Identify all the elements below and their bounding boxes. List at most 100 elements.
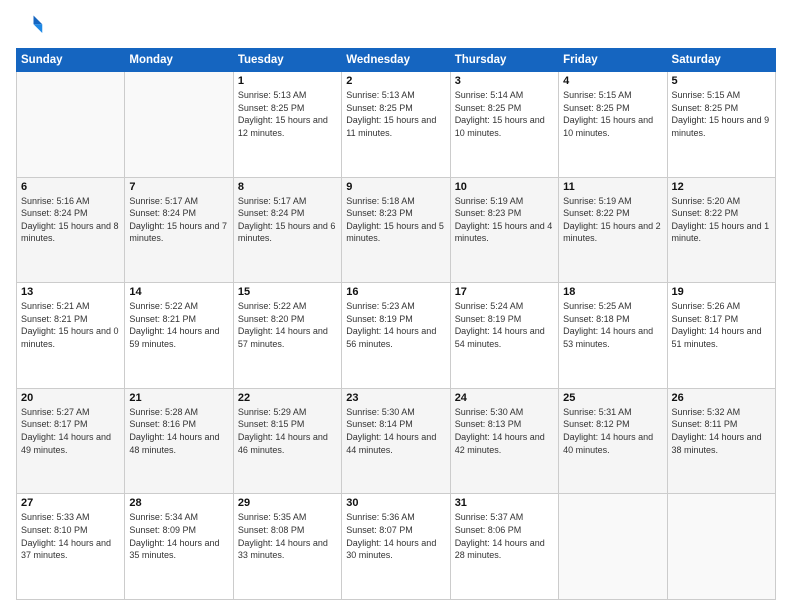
day-info: Sunrise: 5:24 AM Sunset: 8:19 PM Dayligh… bbox=[455, 300, 554, 350]
calendar-cell: 24 Sunrise: 5:30 AM Sunset: 8:13 PM Dayli… bbox=[450, 388, 558, 494]
day-number: 12 bbox=[672, 181, 771, 193]
calendar-cell: 20 Sunrise: 5:27 AM Sunset: 8:17 PM Dayli… bbox=[17, 388, 125, 494]
day-number: 19 bbox=[672, 286, 771, 298]
day-info: Sunrise: 5:30 AM Sunset: 8:13 PM Dayligh… bbox=[455, 406, 554, 456]
day-number: 20 bbox=[21, 392, 120, 404]
calendar-table: SundayMondayTuesdayWednesdayThursdayFrid… bbox=[16, 48, 776, 600]
calendar-cell: 10 Sunrise: 5:19 AM Sunset: 8:23 PM Dayli… bbox=[450, 177, 558, 283]
calendar-cell: 13 Sunrise: 5:21 AM Sunset: 8:21 PM Dayli… bbox=[17, 283, 125, 389]
weekday-header-friday: Friday bbox=[559, 49, 667, 72]
day-number: 25 bbox=[563, 392, 662, 404]
day-number: 22 bbox=[238, 392, 337, 404]
calendar-cell: 19 Sunrise: 5:26 AM Sunset: 8:17 PM Dayli… bbox=[667, 283, 775, 389]
calendar-cell: 7 Sunrise: 5:17 AM Sunset: 8:24 PM Daylig… bbox=[125, 177, 233, 283]
weekday-header-wednesday: Wednesday bbox=[342, 49, 450, 72]
day-number: 28 bbox=[129, 497, 228, 509]
calendar-cell: 6Sunrise: 5:16 AM Sunset: 8:24 PM Daylig… bbox=[17, 177, 125, 283]
calendar-cell: 8 Sunrise: 5:17 AM Sunset: 8:24 PM Daylig… bbox=[233, 177, 341, 283]
calendar-cell: 3 Sunrise: 5:14 AM Sunset: 8:25 PM Daylig… bbox=[450, 72, 558, 178]
calendar-cell: 25 Sunrise: 5:31 AM Sunset: 8:12 PM Dayli… bbox=[559, 388, 667, 494]
calendar-cell: 31 Sunrise: 5:37 AM Sunset: 8:06 PM Dayli… bbox=[450, 494, 558, 600]
day-info: Sunrise: 5:19 AM Sunset: 8:22 PM Dayligh… bbox=[563, 195, 662, 245]
calendar-cell: 17 Sunrise: 5:24 AM Sunset: 8:19 PM Dayli… bbox=[450, 283, 558, 389]
day-number: 17 bbox=[455, 286, 554, 298]
calendar-week-row: 20 Sunrise: 5:27 AM Sunset: 8:17 PM Dayli… bbox=[17, 388, 776, 494]
calendar-cell: 23 Sunrise: 5:30 AM Sunset: 8:14 PM Dayli… bbox=[342, 388, 450, 494]
day-number: 24 bbox=[455, 392, 554, 404]
day-number: 4 bbox=[563, 75, 662, 87]
day-number: 31 bbox=[455, 497, 554, 509]
day-number: 15 bbox=[238, 286, 337, 298]
day-info: Sunrise: 5:17 AM Sunset: 8:24 PM Dayligh… bbox=[238, 195, 337, 245]
weekday-header-thursday: Thursday bbox=[450, 49, 558, 72]
day-info: Sunrise: 5:16 AM Sunset: 8:24 PM Dayligh… bbox=[21, 195, 120, 245]
day-info: Sunrise: 5:31 AM Sunset: 8:12 PM Dayligh… bbox=[563, 406, 662, 456]
day-info: Sunrise: 5:30 AM Sunset: 8:14 PM Dayligh… bbox=[346, 406, 445, 456]
calendar-cell: 11 Sunrise: 5:19 AM Sunset: 8:22 PM Dayli… bbox=[559, 177, 667, 283]
calendar-cell bbox=[17, 72, 125, 178]
calendar-cell: 15 Sunrise: 5:22 AM Sunset: 8:20 PM Dayli… bbox=[233, 283, 341, 389]
calendar-cell: 5Sunrise: 5:15 AM Sunset: 8:25 PM Daylig… bbox=[667, 72, 775, 178]
header bbox=[16, 12, 776, 40]
day-info: Sunrise: 5:21 AM Sunset: 8:21 PM Dayligh… bbox=[21, 300, 120, 350]
calendar-cell: 9 Sunrise: 5:18 AM Sunset: 8:23 PM Daylig… bbox=[342, 177, 450, 283]
day-number: 21 bbox=[129, 392, 228, 404]
day-number: 2 bbox=[346, 75, 445, 87]
day-number: 29 bbox=[238, 497, 337, 509]
calendar-cell: 14 Sunrise: 5:22 AM Sunset: 8:21 PM Dayli… bbox=[125, 283, 233, 389]
day-number: 18 bbox=[563, 286, 662, 298]
day-info: Sunrise: 5:29 AM Sunset: 8:15 PM Dayligh… bbox=[238, 406, 337, 456]
day-info: Sunrise: 5:22 AM Sunset: 8:20 PM Dayligh… bbox=[238, 300, 337, 350]
calendar-week-row: 27Sunrise: 5:33 AM Sunset: 8:10 PM Dayli… bbox=[17, 494, 776, 600]
day-info: Sunrise: 5:14 AM Sunset: 8:25 PM Dayligh… bbox=[455, 89, 554, 139]
calendar-cell: 2Sunrise: 5:13 AM Sunset: 8:25 PM Daylig… bbox=[342, 72, 450, 178]
day-number: 16 bbox=[346, 286, 445, 298]
calendar-cell: 21 Sunrise: 5:28 AM Sunset: 8:16 PM Dayli… bbox=[125, 388, 233, 494]
day-info: Sunrise: 5:28 AM Sunset: 8:16 PM Dayligh… bbox=[129, 406, 228, 456]
calendar-cell bbox=[125, 72, 233, 178]
calendar-cell: 4Sunrise: 5:15 AM Sunset: 8:25 PM Daylig… bbox=[559, 72, 667, 178]
calendar-cell bbox=[667, 494, 775, 600]
day-info: Sunrise: 5:15 AM Sunset: 8:25 PM Dayligh… bbox=[672, 89, 771, 139]
calendar-cell: 26Sunrise: 5:32 AM Sunset: 8:11 PM Dayli… bbox=[667, 388, 775, 494]
day-info: Sunrise: 5:18 AM Sunset: 8:23 PM Dayligh… bbox=[346, 195, 445, 245]
day-info: Sunrise: 5:17 AM Sunset: 8:24 PM Dayligh… bbox=[129, 195, 228, 245]
day-info: Sunrise: 5:19 AM Sunset: 8:23 PM Dayligh… bbox=[455, 195, 554, 245]
day-info: Sunrise: 5:13 AM Sunset: 8:25 PM Dayligh… bbox=[238, 89, 337, 139]
day-number: 13 bbox=[21, 286, 120, 298]
weekday-header-sunday: Sunday bbox=[17, 49, 125, 72]
weekday-header-tuesday: Tuesday bbox=[233, 49, 341, 72]
day-number: 9 bbox=[346, 181, 445, 193]
weekday-header-monday: Monday bbox=[125, 49, 233, 72]
calendar-week-row: 1 Sunrise: 5:13 AM Sunset: 8:25 PM Daylig… bbox=[17, 72, 776, 178]
day-number: 11 bbox=[563, 181, 662, 193]
day-info: Sunrise: 5:33 AM Sunset: 8:10 PM Dayligh… bbox=[21, 511, 120, 561]
day-info: Sunrise: 5:27 AM Sunset: 8:17 PM Dayligh… bbox=[21, 406, 120, 456]
day-info: Sunrise: 5:34 AM Sunset: 8:09 PM Dayligh… bbox=[129, 511, 228, 561]
day-number: 14 bbox=[129, 286, 228, 298]
weekday-header-saturday: Saturday bbox=[667, 49, 775, 72]
day-info: Sunrise: 5:22 AM Sunset: 8:21 PM Dayligh… bbox=[129, 300, 228, 350]
calendar-cell: 22 Sunrise: 5:29 AM Sunset: 8:15 PM Dayli… bbox=[233, 388, 341, 494]
day-number: 3 bbox=[455, 75, 554, 87]
calendar-cell: 16 Sunrise: 5:23 AM Sunset: 8:19 PM Dayli… bbox=[342, 283, 450, 389]
day-info: Sunrise: 5:25 AM Sunset: 8:18 PM Dayligh… bbox=[563, 300, 662, 350]
day-info: Sunrise: 5:37 AM Sunset: 8:06 PM Dayligh… bbox=[455, 511, 554, 561]
day-number: 7 bbox=[129, 181, 228, 193]
calendar-cell: 18 Sunrise: 5:25 AM Sunset: 8:18 PM Dayli… bbox=[559, 283, 667, 389]
calendar-week-row: 13 Sunrise: 5:21 AM Sunset: 8:21 PM Dayli… bbox=[17, 283, 776, 389]
day-number: 10 bbox=[455, 181, 554, 193]
day-number: 23 bbox=[346, 392, 445, 404]
logo bbox=[16, 12, 48, 40]
day-number: 1 bbox=[238, 75, 337, 87]
day-info: Sunrise: 5:35 AM Sunset: 8:08 PM Dayligh… bbox=[238, 511, 337, 561]
calendar-cell: 27Sunrise: 5:33 AM Sunset: 8:10 PM Dayli… bbox=[17, 494, 125, 600]
calendar-week-row: 6Sunrise: 5:16 AM Sunset: 8:24 PM Daylig… bbox=[17, 177, 776, 283]
day-number: 8 bbox=[238, 181, 337, 193]
weekday-header-row: SundayMondayTuesdayWednesdayThursdayFrid… bbox=[17, 49, 776, 72]
day-info: Sunrise: 5:23 AM Sunset: 8:19 PM Dayligh… bbox=[346, 300, 445, 350]
day-info: Sunrise: 5:32 AM Sunset: 8:11 PM Dayligh… bbox=[672, 406, 771, 456]
day-info: Sunrise: 5:26 AM Sunset: 8:17 PM Dayligh… bbox=[672, 300, 771, 350]
day-info: Sunrise: 5:20 AM Sunset: 8:22 PM Dayligh… bbox=[672, 195, 771, 245]
calendar-cell: 1 Sunrise: 5:13 AM Sunset: 8:25 PM Daylig… bbox=[233, 72, 341, 178]
